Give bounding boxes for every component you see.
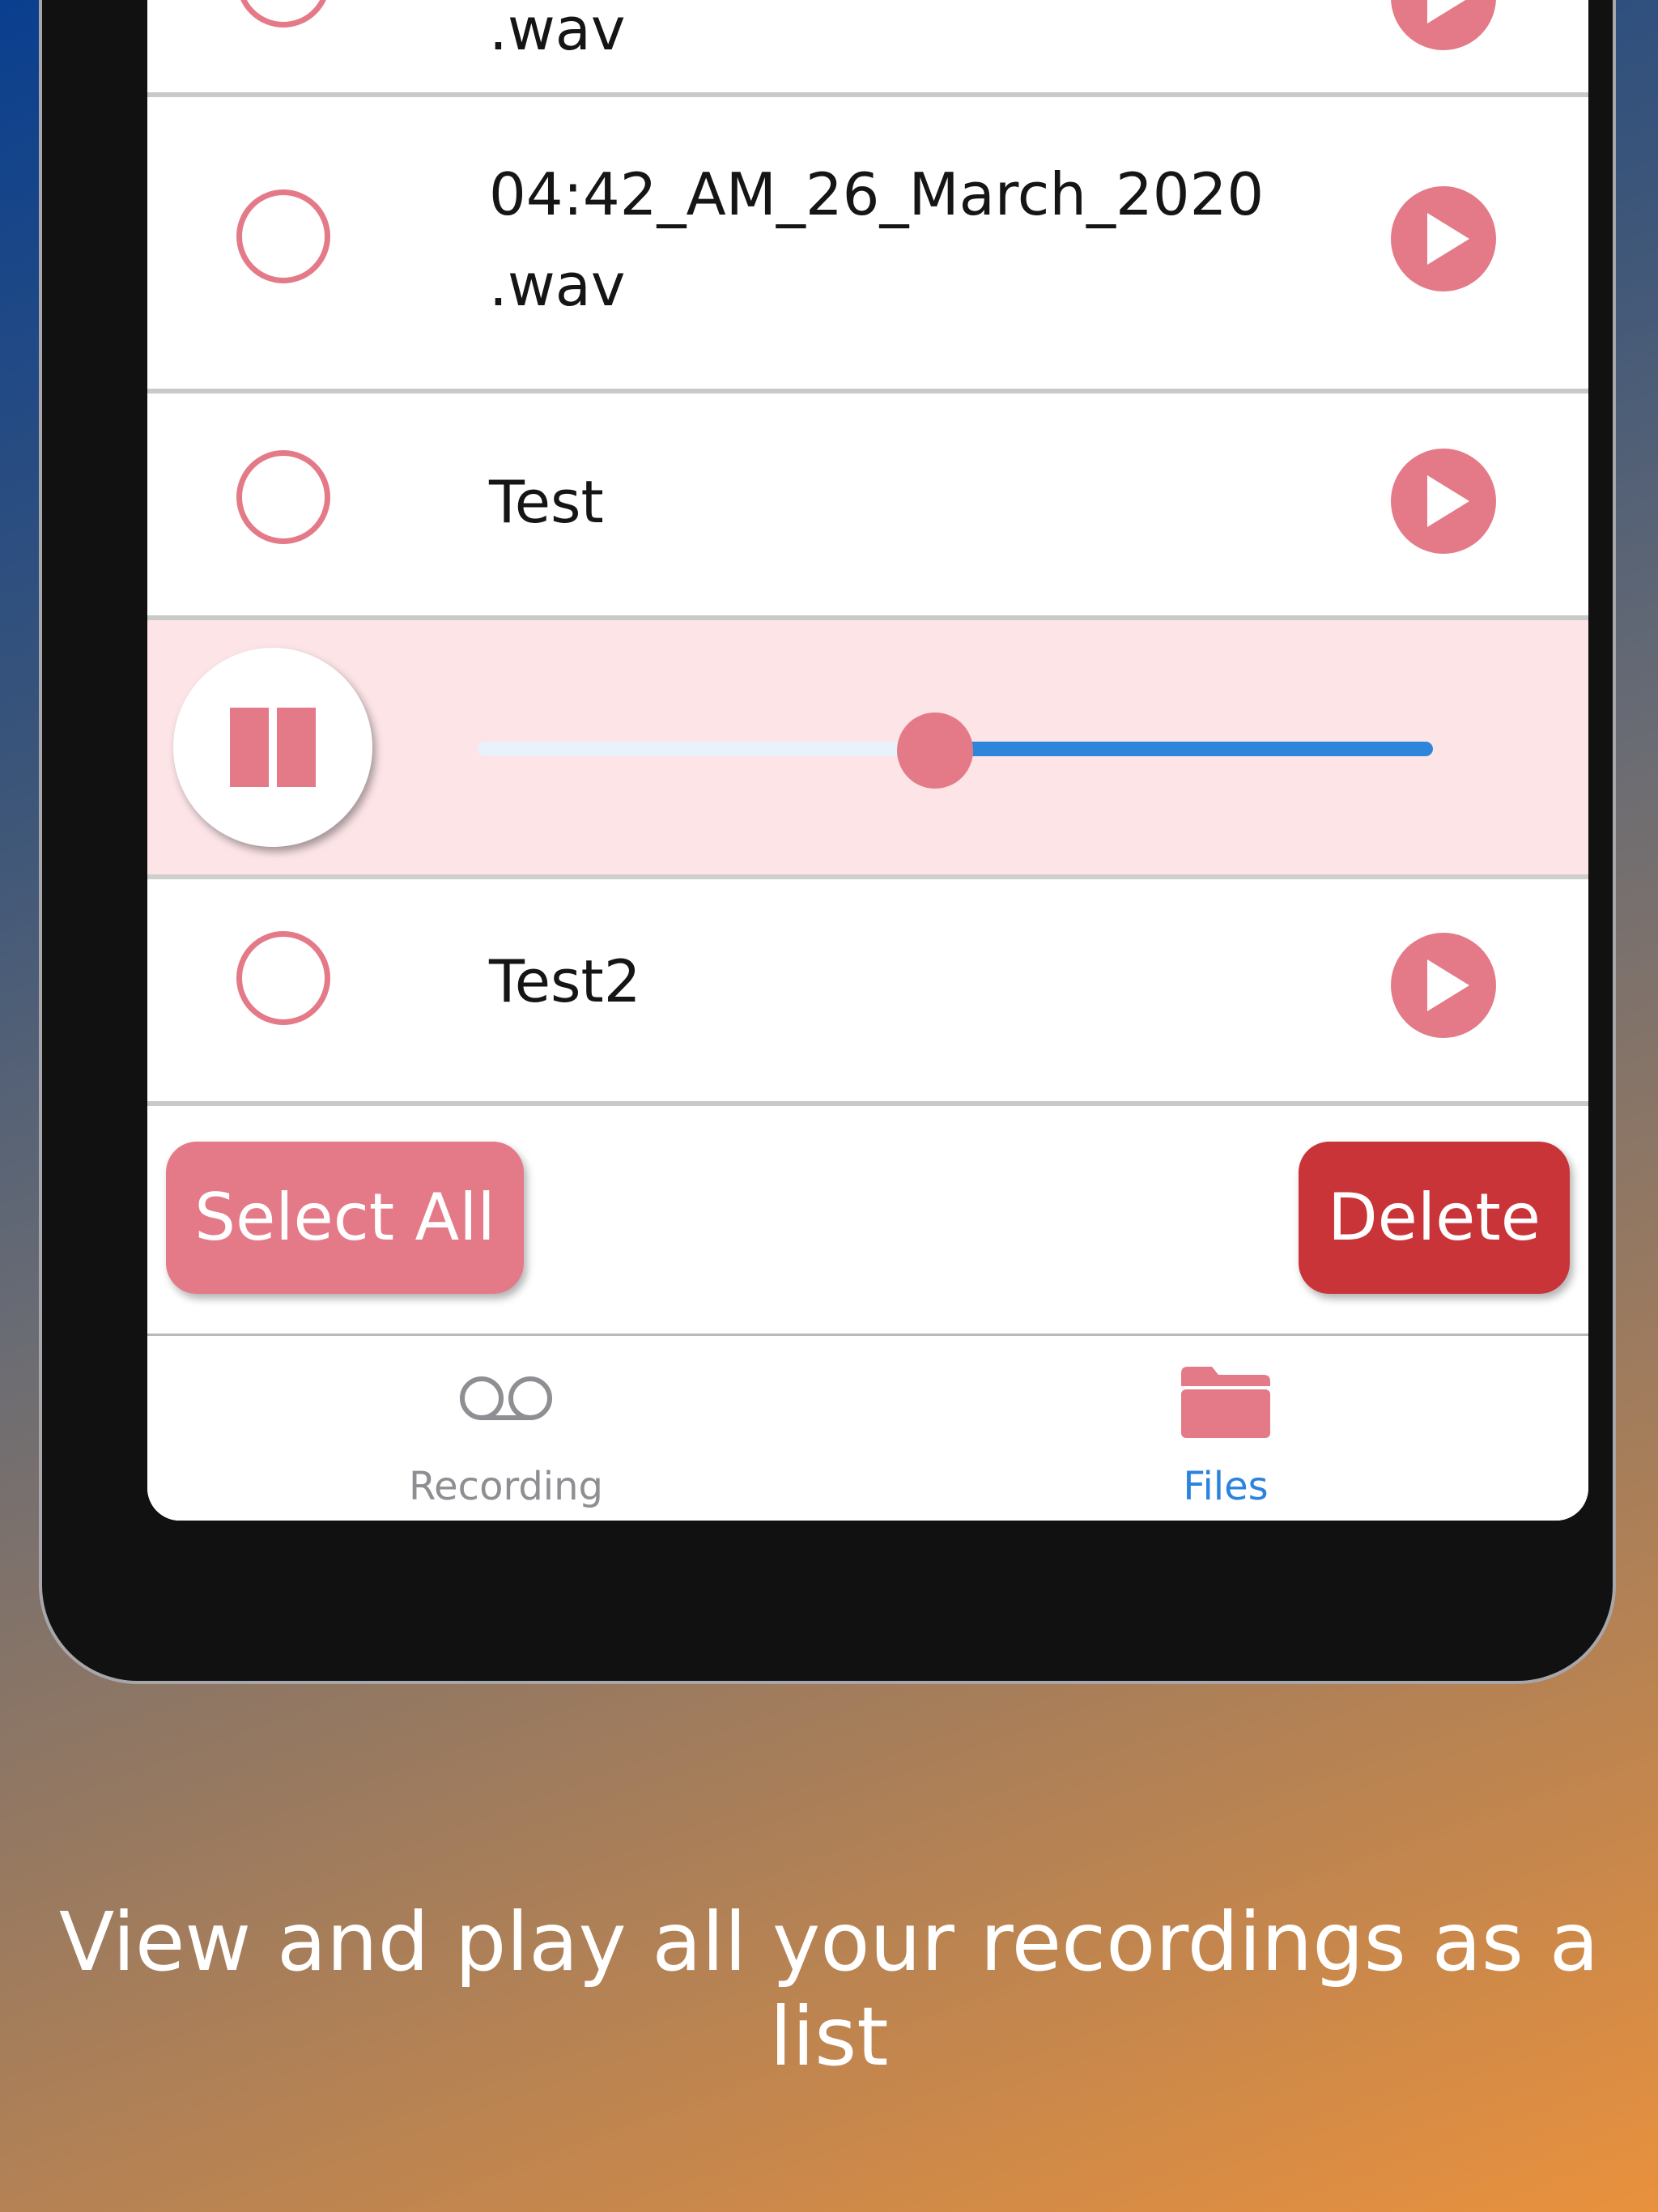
slider-track-remaining[interactable] — [931, 742, 1433, 756]
recording-name: 04:42_AM_26_March_2020 .wav — [489, 0, 626, 63]
audio-player — [147, 620, 1588, 879]
folder-icon — [1181, 1367, 1270, 1438]
tab-recording[interactable]: Recording — [344, 1336, 668, 1521]
promo-caption: View and play all your recordings as a l… — [58, 1895, 1600, 2084]
slider-track-played[interactable] — [478, 742, 931, 756]
app-screen: 04:42_AM_26_March_2020 .wav 04:42_AM_26_… — [147, 0, 1588, 1521]
select-radio[interactable] — [236, 189, 330, 283]
pause-icon-bar — [277, 708, 316, 787]
recording-name: Test — [489, 468, 604, 536]
tab-label: Files — [1183, 1464, 1269, 1509]
tab-label: Recording — [408, 1464, 604, 1509]
play-icon[interactable] — [1391, 0, 1496, 50]
tab-bar: Recording Files — [147, 1334, 1588, 1521]
tablet-frame: 04:42_AM_26_March_2020 .wav 04:42_AM_26_… — [42, 0, 1613, 1681]
action-bar: Select All Delete — [147, 1142, 1588, 1304]
select-radio[interactable] — [236, 931, 330, 1025]
pause-icon — [230, 708, 269, 787]
play-icon[interactable] — [1391, 933, 1496, 1038]
recording-name: 04:42_AM_26_March_2020 .wav — [489, 160, 1265, 319]
pause-button[interactable] — [173, 648, 372, 847]
list-item[interactable]: Test2 — [147, 879, 1588, 1106]
play-icon[interactable] — [1391, 449, 1496, 554]
voicemail-icon — [460, 1376, 552, 1420]
delete-button[interactable]: Delete — [1299, 1142, 1570, 1294]
list-item[interactable]: 04:42_AM_26_March_2020 .wav — [147, 97, 1588, 393]
play-icon[interactable] — [1391, 186, 1496, 291]
select-radio[interactable] — [236, 0, 330, 28]
select-all-button[interactable]: Select All — [166, 1142, 524, 1294]
select-radio[interactable] — [236, 450, 330, 544]
slider-thumb[interactable] — [897, 713, 973, 789]
list-item[interactable]: 04:42_AM_26_March_2020 .wav — [147, 0, 1588, 97]
tab-files[interactable]: Files — [1064, 1336, 1388, 1521]
list-item[interactable]: Test — [147, 393, 1588, 620]
recording-name: Test2 — [489, 947, 641, 1015]
